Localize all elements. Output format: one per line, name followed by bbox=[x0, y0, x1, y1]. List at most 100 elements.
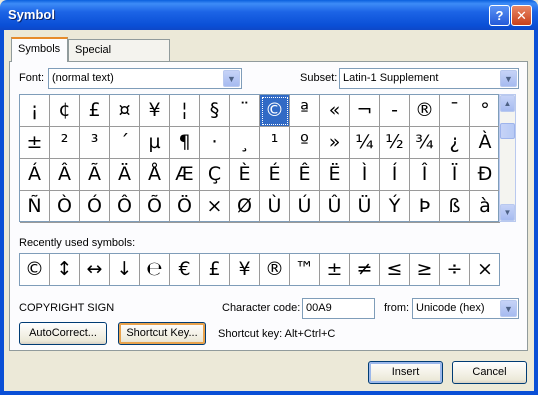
symbol-cell[interactable]: ¶ bbox=[170, 127, 200, 159]
symbol-cell[interactable]: Ê bbox=[290, 159, 320, 191]
symbol-cell[interactable]: ¾ bbox=[410, 127, 440, 159]
subset-select[interactable]: Latin-1 Supplement ▼ bbox=[339, 68, 519, 89]
scroll-up-icon[interactable]: ▲ bbox=[500, 95, 515, 112]
symbol-cell[interactable]: Û bbox=[320, 191, 350, 223]
symbol-cell[interactable]: à bbox=[470, 191, 500, 223]
symbol-cell[interactable]: Â bbox=[50, 159, 80, 191]
symbol-cell[interactable]: - bbox=[380, 95, 410, 127]
font-select[interactable]: (normal text) ▼ bbox=[48, 68, 242, 89]
symbol-cell[interactable]: Ã bbox=[80, 159, 110, 191]
symbol-cell[interactable]: ¸ bbox=[230, 127, 260, 159]
symbol-cell[interactable]: Ð bbox=[470, 159, 500, 191]
symbol-cell[interactable]: ² bbox=[50, 127, 80, 159]
recent-symbol-cell[interactable]: ↓ bbox=[110, 254, 140, 285]
recent-symbols[interactable]: © ↕ ↔ ↓ ℮ € £ ¥ ® ™ ± ≠ ≤ ≥ ÷ × bbox=[19, 253, 500, 286]
symbol-cell[interactable]: ¿ bbox=[440, 127, 470, 159]
cancel-button[interactable]: Cancel bbox=[452, 361, 527, 384]
symbol-cell[interactable]: § bbox=[200, 95, 230, 127]
symbol-cell[interactable]: Ô bbox=[110, 191, 140, 223]
symbol-cell[interactable]: Î bbox=[410, 159, 440, 191]
symbol-cell[interactable]: ¹ bbox=[260, 127, 290, 159]
symbol-cell[interactable]: ¦ bbox=[170, 95, 200, 127]
symbol-cell[interactable]: Ç bbox=[200, 159, 230, 191]
from-select[interactable]: Unicode (hex) ▼ bbox=[412, 298, 519, 319]
symbol-cell[interactable]: ¡ bbox=[20, 95, 50, 127]
symbol-cell[interactable]: ¥ bbox=[140, 95, 170, 127]
symbol-grid[interactable]: ¡ ¢ £ ¤ ¥ ¦ § ¨ © ª «¬ - ® ¯ ° ± ² ³ ´ µ ¶ · ¸ ¹ º» ¼ ½ ¾ ¿ À Á Â Ã Ä Å Æ Ç È… bbox=[19, 94, 500, 223]
recent-symbol-cell[interactable]: ¥ bbox=[230, 254, 260, 285]
symbol-cell[interactable]: ® bbox=[410, 95, 440, 127]
symbol-grid-scrollbar[interactable]: ▲ ▼ bbox=[499, 94, 516, 222]
symbol-cell[interactable]: » bbox=[320, 127, 350, 159]
symbol-cell[interactable]: Ö bbox=[170, 191, 200, 223]
recent-symbol-cell[interactable]: € bbox=[170, 254, 200, 285]
symbol-cell[interactable]: £ bbox=[80, 95, 110, 127]
symbol-cell[interactable]: Ø bbox=[230, 191, 260, 223]
tab-symbols[interactable]: Symbols bbox=[11, 37, 68, 62]
symbol-cell[interactable]: « bbox=[320, 95, 350, 127]
symbol-cell[interactable]: Õ bbox=[140, 191, 170, 223]
shortcut-key-button[interactable]: Shortcut Key... bbox=[118, 322, 206, 345]
help-button[interactable]: ? bbox=[489, 5, 510, 26]
autocorrect-button[interactable]: AutoCorrect... bbox=[19, 322, 107, 345]
symbol-cell[interactable]: Ì bbox=[350, 159, 380, 191]
symbol-cell[interactable]: Ë bbox=[320, 159, 350, 191]
recent-symbol-cell[interactable]: © bbox=[20, 254, 50, 285]
recent-symbol-cell[interactable]: ≤ bbox=[380, 254, 410, 285]
symbol-cell[interactable]: Ó bbox=[80, 191, 110, 223]
symbol-cell[interactable]: ½ bbox=[380, 127, 410, 159]
recent-symbol-cell[interactable]: ≠ bbox=[350, 254, 380, 285]
symbol-cell[interactable]: ¨ bbox=[230, 95, 260, 127]
scroll-thumb[interactable] bbox=[500, 123, 515, 139]
symbol-cell[interactable]: ß bbox=[440, 191, 470, 223]
symbol-cell[interactable]: ¯ bbox=[440, 95, 470, 127]
symbol-cell[interactable]: Ý bbox=[380, 191, 410, 223]
symbol-cell-selected[interactable]: © bbox=[260, 95, 290, 127]
symbol-cell[interactable]: É bbox=[260, 159, 290, 191]
symbol-cell[interactable]: È bbox=[230, 159, 260, 191]
symbol-cell[interactable]: ´ bbox=[110, 127, 140, 159]
symbol-cell[interactable]: ¤ bbox=[110, 95, 140, 127]
symbol-cell[interactable]: µ bbox=[140, 127, 170, 159]
recent-symbol-cell[interactable]: ≥ bbox=[410, 254, 440, 285]
symbol-cell[interactable]: Ú bbox=[290, 191, 320, 223]
symbol-cell[interactable]: × bbox=[200, 191, 230, 223]
recent-symbol-cell[interactable]: ™ bbox=[290, 254, 320, 285]
recent-symbol-cell[interactable]: × bbox=[470, 254, 500, 285]
symbol-cell[interactable]: ³ bbox=[80, 127, 110, 159]
symbol-cell[interactable]: Å bbox=[140, 159, 170, 191]
symbol-cell[interactable]: ¼ bbox=[350, 127, 380, 159]
symbol-cell[interactable]: Á bbox=[20, 159, 50, 191]
title-bar[interactable]: Symbol ? ✕ bbox=[0, 0, 538, 30]
symbol-cell[interactable]: Ù bbox=[260, 191, 290, 223]
symbol-cell[interactable]: Ñ bbox=[20, 191, 50, 223]
symbol-cell[interactable]: ¬ bbox=[350, 95, 380, 127]
symbol-cell[interactable]: Ò bbox=[50, 191, 80, 223]
insert-button[interactable]: Insert bbox=[368, 361, 443, 384]
symbol-cell[interactable]: ° bbox=[470, 95, 500, 127]
symbol-cell[interactable]: ª bbox=[290, 95, 320, 127]
tab-special-characters[interactable]: Special Characters bbox=[68, 39, 170, 76]
symbol-cell[interactable]: Í bbox=[380, 159, 410, 191]
chevron-down-icon[interactable]: ▼ bbox=[500, 70, 517, 87]
symbol-cell[interactable]: Ü bbox=[350, 191, 380, 223]
recent-symbol-cell[interactable]: ® bbox=[260, 254, 290, 285]
recent-symbol-cell[interactable]: ÷ bbox=[440, 254, 470, 285]
symbol-cell[interactable]: ¢ bbox=[50, 95, 80, 127]
symbol-cell[interactable]: Þ bbox=[410, 191, 440, 223]
symbol-cell[interactable]: · bbox=[200, 127, 230, 159]
close-button[interactable]: ✕ bbox=[511, 5, 532, 26]
recent-symbol-cell[interactable]: ↔ bbox=[80, 254, 110, 285]
recent-symbol-cell[interactable]: ± bbox=[320, 254, 350, 285]
recent-symbol-cell[interactable]: ↕ bbox=[50, 254, 80, 285]
recent-symbol-cell[interactable]: £ bbox=[200, 254, 230, 285]
character-code-input[interactable]: 00A9 bbox=[302, 298, 375, 319]
symbol-cell[interactable]: À bbox=[470, 127, 500, 159]
chevron-down-icon[interactable]: ▼ bbox=[223, 70, 240, 87]
scroll-down-icon[interactable]: ▼ bbox=[500, 204, 515, 221]
symbol-cell[interactable]: ± bbox=[20, 127, 50, 159]
symbol-cell[interactable]: Ï bbox=[440, 159, 470, 191]
symbol-cell[interactable]: Ä bbox=[110, 159, 140, 191]
symbol-cell[interactable]: Æ bbox=[170, 159, 200, 191]
chevron-down-icon[interactable]: ▼ bbox=[500, 300, 517, 317]
